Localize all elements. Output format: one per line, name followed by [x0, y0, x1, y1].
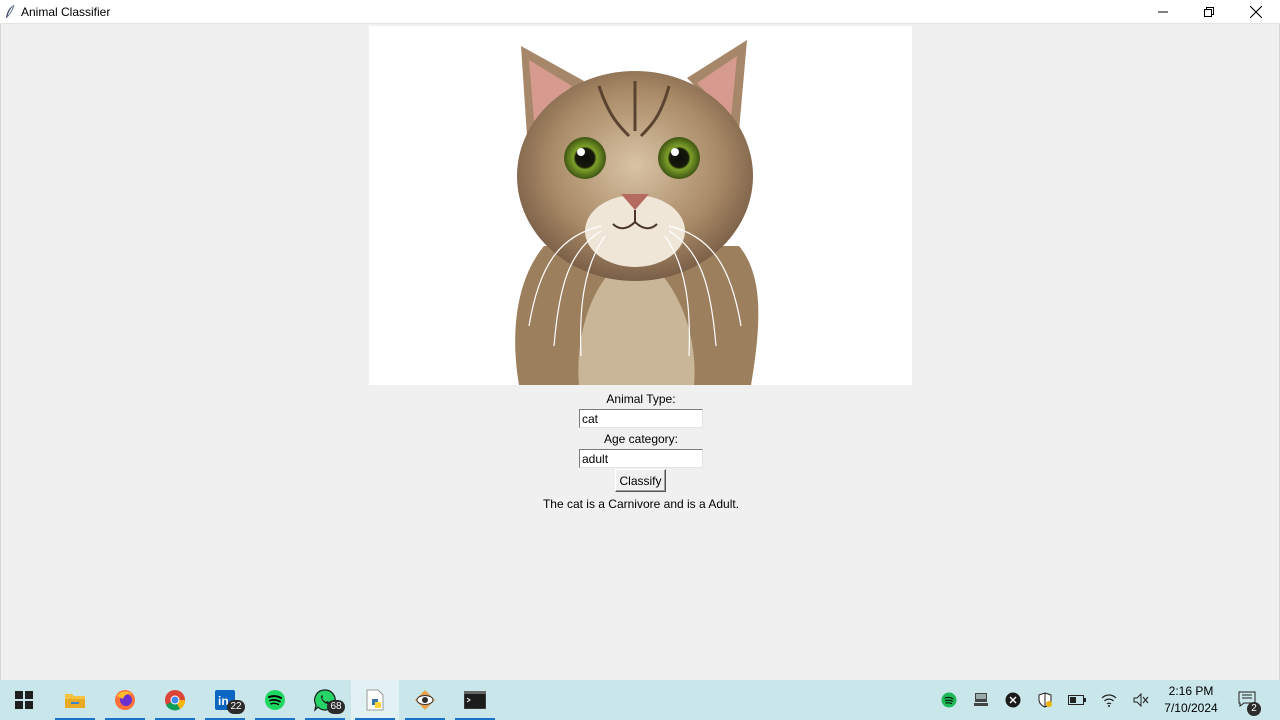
animal-type-label: Animal Type: — [606, 392, 676, 406]
python-file-icon — [366, 689, 384, 711]
result-text: The cat is a Carnivore and is a Adult. — [542, 497, 740, 511]
battery-icon — [1068, 695, 1086, 705]
spotify-tray-icon — [941, 692, 957, 708]
tray-app[interactable] — [1002, 689, 1024, 711]
window-title: Animal Classifier — [21, 5, 111, 19]
taskbar-firefox[interactable] — [101, 680, 149, 720]
tray-device[interactable] — [970, 689, 992, 711]
taskbar-chrome[interactable] — [151, 680, 199, 720]
tray-battery[interactable] — [1066, 689, 1088, 711]
folder-icon — [65, 694, 85, 708]
notification-count-badge: 2 — [1247, 702, 1261, 716]
wifi-icon — [1101, 694, 1117, 707]
close-icon — [1250, 6, 1262, 18]
taskbar-terminal[interactable] — [451, 680, 499, 720]
firefox-icon — [115, 690, 135, 710]
taskbar: in 22 68 2:16 PM 7/10/2024 2 — [0, 680, 1280, 720]
tray-wifi[interactable] — [1098, 689, 1120, 711]
spotify-icon — [265, 690, 285, 710]
restore-icon — [1204, 7, 1214, 17]
shield-icon — [1038, 692, 1052, 708]
clock[interactable]: 2:16 PM 7/10/2024 — [1156, 683, 1226, 717]
taskbar-python-app[interactable] — [351, 680, 399, 720]
clock-time: 2:16 PM — [1168, 684, 1214, 698]
tray-volume[interactable] — [1130, 689, 1152, 711]
start-button[interactable] — [0, 680, 48, 720]
restore-button[interactable] — [1186, 0, 1232, 24]
feather-app-icon — [6, 4, 15, 18]
taskbar-whatsapp[interactable]: 68 — [301, 680, 349, 720]
taskbar-file-explorer[interactable] — [51, 680, 99, 720]
notification-badge: 68 — [327, 700, 345, 714]
notification-badge: 22 — [227, 700, 245, 714]
age-category-input[interactable] — [579, 449, 703, 468]
windows-icon — [15, 691, 33, 709]
tray-security[interactable] — [1034, 689, 1056, 711]
tray-spotify[interactable] — [938, 689, 960, 711]
minimize-button[interactable] — [1140, 0, 1186, 24]
taskbar-spotify[interactable] — [251, 680, 299, 720]
cat-photo — [515, 40, 759, 385]
eye-app-icon — [415, 690, 435, 710]
terminal-icon — [464, 691, 486, 709]
chrome-icon — [165, 690, 186, 711]
app-window: Animal Type: Age category: Classify The … — [0, 24, 1280, 680]
taskbar-eye-app[interactable] — [401, 680, 449, 720]
animal-type-input[interactable] — [579, 409, 703, 428]
volume-muted-icon — [1133, 693, 1149, 707]
title-bar: Animal Classifier — [0, 0, 1280, 24]
minimize-icon — [1158, 11, 1168, 13]
app-tray-icon — [1005, 692, 1021, 708]
taskbar-linkedin[interactable]: in 22 — [201, 680, 249, 720]
animal-image — [369, 26, 912, 385]
age-category-label: Age category: — [603, 432, 679, 446]
device-icon — [974, 693, 988, 706]
classify-button[interactable]: Classify — [615, 469, 666, 492]
clock-date: 7/10/2024 — [1164, 701, 1218, 715]
close-button[interactable] — [1233, 0, 1279, 24]
